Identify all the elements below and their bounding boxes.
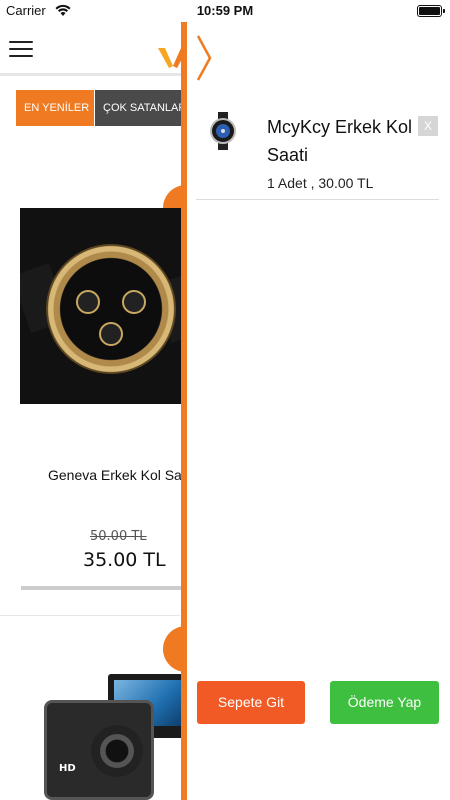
- cart-item-thumbnail[interactable]: [208, 112, 238, 150]
- clock: 10:59 PM: [196, 3, 254, 18]
- watch-subdial: [122, 290, 146, 314]
- watch-subdial: [99, 322, 123, 346]
- product-name[interactable]: Geneva Erkek Kol Saati: [48, 467, 197, 483]
- chevron-right-icon[interactable]: [195, 34, 213, 82]
- hd-mark: HD: [59, 763, 76, 774]
- tab-newest[interactable]: EN YENİLER: [16, 90, 94, 126]
- go-to-cart-button[interactable]: Sepete Git: [197, 681, 305, 724]
- checkout-button[interactable]: Ödeme Yap: [330, 681, 439, 724]
- camera-body: HD: [44, 700, 154, 800]
- status-bar: Carrier 10:59 PM: [0, 0, 450, 22]
- tab-best-sellers[interactable]: ÇOK SATANLAR: [95, 90, 195, 126]
- cart-item-quantity: 1 Adet , 30.00 TL: [267, 175, 374, 191]
- card-divider: [21, 586, 186, 590]
- product-price: 35.00 TL: [83, 549, 166, 571]
- section-divider: [0, 615, 180, 616]
- old-price: 50.00 TL: [90, 529, 147, 544]
- battery-icon: [417, 5, 445, 17]
- cart-item-divider: [196, 199, 439, 200]
- watch-subdial: [76, 290, 100, 314]
- camera-lens: [91, 725, 143, 777]
- watch-face: [46, 244, 176, 374]
- cart-item-name[interactable]: McyKcy Erkek Kol Saati: [267, 113, 439, 169]
- product-image[interactable]: [20, 208, 185, 404]
- action-camera-icon[interactable]: HD: [20, 660, 185, 800]
- remove-item-button[interactable]: X: [418, 116, 438, 136]
- hamburger-icon[interactable]: [9, 41, 33, 59]
